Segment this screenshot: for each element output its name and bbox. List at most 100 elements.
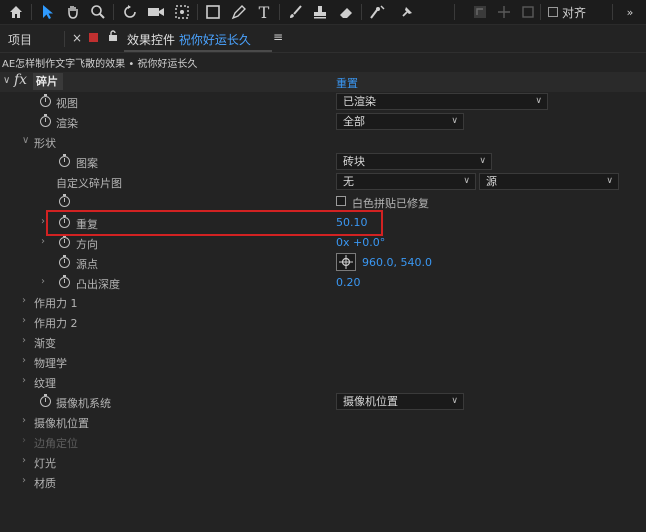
tab-project[interactable]: 项目 bbox=[8, 31, 32, 48]
chevron-down-icon: ∨ bbox=[451, 396, 458, 406]
highlight-box bbox=[46, 210, 383, 236]
roto-brush-icon[interactable] bbox=[367, 2, 387, 22]
view-axis-icon[interactable] bbox=[518, 2, 538, 22]
crosshair-icon[interactable] bbox=[336, 253, 356, 271]
type-icon[interactable]: T bbox=[254, 2, 274, 22]
stopwatch-icon[interactable] bbox=[59, 275, 70, 288]
group-row-textures[interactable]: › 纹理 bbox=[0, 372, 646, 392]
lock-icon[interactable] bbox=[108, 30, 118, 45]
hand-icon[interactable] bbox=[63, 2, 83, 22]
stopwatch-icon[interactable] bbox=[40, 94, 51, 107]
effect-name[interactable]: 碎片 bbox=[33, 73, 63, 90]
custom-map-layer-dropdown[interactable]: 无 ∨ bbox=[336, 173, 476, 190]
group-row-lighting[interactable]: › 灯光 bbox=[0, 452, 646, 472]
more-tools-icon[interactable]: » bbox=[620, 2, 640, 22]
property-row-extrusion: › 凸出深度 0.20 bbox=[0, 273, 646, 293]
rotate-icon[interactable] bbox=[120, 2, 140, 22]
dropdown-value: 源 bbox=[486, 175, 497, 188]
chevron-right-icon[interactable]: › bbox=[22, 455, 26, 466]
close-icon[interactable]: × bbox=[72, 31, 82, 45]
group-label: 渐变 bbox=[34, 337, 56, 350]
chevron-right-icon[interactable]: › bbox=[22, 475, 26, 486]
group-row-corner-pins[interactable]: › 边角定位 bbox=[0, 432, 646, 452]
toolbar-divider bbox=[113, 4, 114, 20]
chevron-down-icon[interactable]: ∨ bbox=[3, 75, 10, 86]
chevron-right-icon[interactable]: › bbox=[22, 295, 26, 306]
toolbar-divider bbox=[31, 4, 32, 20]
toolbar-divider bbox=[454, 4, 455, 20]
zoom-icon[interactable] bbox=[88, 2, 108, 22]
layer-color-swatch bbox=[89, 33, 98, 42]
tools-toolbar: T 对齐 » bbox=[0, 0, 646, 25]
chevron-down-icon: ∨ bbox=[606, 176, 613, 186]
chevron-right-icon[interactable]: › bbox=[22, 335, 26, 346]
breadcrumb: AE怎样制作文字飞散的效果 • 祝你好运长久 bbox=[2, 59, 198, 70]
group-label: 作用力 2 bbox=[34, 317, 78, 330]
checkbox-label: 白色拼贴已修复 bbox=[352, 197, 429, 210]
puppet-pin-icon[interactable] bbox=[397, 2, 417, 22]
extrusion-value[interactable]: 0.20 bbox=[336, 276, 361, 289]
stopwatch-icon[interactable] bbox=[40, 114, 51, 127]
chevron-down-icon[interactable]: ∨ bbox=[22, 135, 29, 146]
stopwatch-icon[interactable] bbox=[59, 255, 70, 268]
direction-value[interactable]: 0x +0.0° bbox=[336, 236, 385, 249]
white-tile-checkbox[interactable] bbox=[336, 196, 346, 206]
chevron-right-icon[interactable]: › bbox=[41, 216, 45, 227]
stopwatch-icon[interactable] bbox=[59, 154, 70, 167]
property-row-render: 渲染 全部 ∨ bbox=[0, 112, 646, 132]
chevron-right-icon[interactable]: › bbox=[22, 415, 26, 426]
pattern-dropdown[interactable]: 砖块 ∨ bbox=[336, 153, 492, 170]
chevron-right-icon[interactable]: › bbox=[22, 355, 26, 366]
selection-arrow-icon[interactable] bbox=[38, 2, 58, 22]
snapping-checkbox[interactable] bbox=[548, 7, 558, 17]
pen-icon[interactable] bbox=[229, 2, 249, 22]
custom-map-source-dropdown[interactable]: 源 ∨ bbox=[479, 173, 619, 190]
property-label: 渲染 bbox=[56, 117, 78, 130]
chevron-right-icon[interactable]: › bbox=[22, 375, 26, 386]
world-axis-icon[interactable] bbox=[494, 2, 514, 22]
dropdown-value: 砖块 bbox=[343, 155, 365, 168]
toolbar-divider bbox=[197, 4, 198, 20]
group-row-camera-position[interactable]: › 摄像机位置 bbox=[0, 412, 646, 432]
group-row-material[interactable]: › 材质 bbox=[0, 472, 646, 492]
group-row-gradient[interactable]: › 渐变 bbox=[0, 332, 646, 352]
toolbar-divider bbox=[540, 4, 541, 20]
view-dropdown[interactable]: 已渲染 ∨ bbox=[336, 93, 548, 110]
effect-header[interactable]: ∨ fx 碎片 重置 bbox=[0, 72, 646, 92]
group-row-shape[interactable]: ∨ 形状 bbox=[0, 132, 646, 152]
panel-menu-icon[interactable]: ≡ bbox=[273, 30, 283, 44]
camera-icon[interactable] bbox=[146, 2, 166, 22]
chevron-right-icon[interactable]: › bbox=[22, 315, 26, 326]
group-label: 边角定位 bbox=[34, 437, 78, 450]
fx-toggle-icon[interactable]: fx bbox=[14, 72, 27, 88]
render-dropdown[interactable]: 全部 ∨ bbox=[336, 113, 464, 130]
clone-stamp-icon[interactable] bbox=[310, 2, 330, 22]
group-row-physics[interactable]: › 物理学 bbox=[0, 352, 646, 372]
reset-button[interactable]: 重置 bbox=[336, 75, 358, 91]
tab-effect-controls[interactable]: 效果控件 祝你好运长久 bbox=[127, 31, 251, 48]
property-label: 图案 bbox=[76, 157, 98, 170]
stopwatch-icon[interactable] bbox=[59, 194, 70, 207]
property-row-camera-system: 摄像机系统 摄像机位置 ∨ bbox=[0, 392, 646, 412]
home-icon[interactable] bbox=[6, 2, 26, 22]
property-row-pattern: 图案 砖块 ∨ bbox=[0, 152, 646, 172]
group-label: 材质 bbox=[34, 477, 56, 490]
stopwatch-icon[interactable] bbox=[40, 394, 51, 407]
brush-icon[interactable] bbox=[285, 2, 305, 22]
property-row-custom-map: 自定义碎片图 无 ∨ 源 ∨ bbox=[0, 172, 646, 192]
chevron-right-icon[interactable]: › bbox=[41, 276, 45, 287]
panel-tab-bar: 项目 × 效果控件 祝你好运长久 ≡ bbox=[0, 25, 646, 53]
chevron-right-icon[interactable]: › bbox=[22, 435, 26, 446]
group-row-force1[interactable]: › 作用力 1 bbox=[0, 292, 646, 312]
camera-system-dropdown[interactable]: 摄像机位置 ∨ bbox=[336, 393, 464, 410]
eraser-icon[interactable] bbox=[336, 2, 356, 22]
stopwatch-icon[interactable] bbox=[59, 235, 70, 248]
snapping-toggle[interactable]: 对齐 bbox=[548, 4, 586, 20]
chevron-right-icon[interactable]: › bbox=[41, 236, 45, 247]
origin-value[interactable]: 960.0, 540.0 bbox=[362, 256, 432, 269]
property-label: 凸出深度 bbox=[76, 278, 120, 291]
rectangle-icon[interactable] bbox=[203, 2, 223, 22]
group-row-force2[interactable]: › 作用力 2 bbox=[0, 312, 646, 332]
local-axis-icon[interactable] bbox=[470, 2, 490, 22]
pan-behind-icon[interactable] bbox=[172, 2, 192, 22]
